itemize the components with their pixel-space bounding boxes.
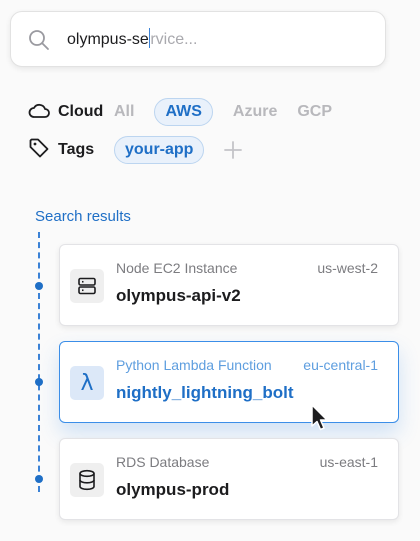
cloud-option-aws[interactable]: AWS	[154, 98, 213, 126]
cloud-label-text: Cloud	[58, 103, 104, 120]
search-input[interactable]: olympus-service...	[67, 28, 197, 52]
result-type: Python Lambda Function	[116, 357, 272, 373]
database-icon	[70, 463, 104, 497]
search-bar[interactable]: olympus-service...	[10, 11, 386, 67]
result-name: olympus-prod	[116, 480, 230, 499]
tags-filter-label: Tags	[28, 137, 114, 164]
result-region: us-west-2	[317, 260, 378, 276]
cloud-option-all[interactable]: All	[114, 103, 134, 121]
timeline-dot	[35, 475, 43, 483]
cloud-filter-label: Cloud	[28, 101, 114, 124]
timeline-dot	[35, 282, 43, 290]
search-input-value: olympus-se	[67, 31, 149, 48]
cloud-option-azure[interactable]: Azure	[233, 103, 277, 121]
tags-label-text: Tags	[58, 141, 95, 158]
cloud-icon	[28, 101, 50, 124]
result-type: RDS Database	[116, 454, 210, 470]
result-region: eu-central-1	[303, 357, 378, 373]
search-input-placeholder: rvice...	[150, 31, 198, 48]
server-icon	[70, 269, 104, 303]
results-timeline	[38, 232, 40, 492]
mouse-cursor-icon	[310, 404, 330, 437]
result-name: nightly_lightning_bolt	[116, 383, 294, 402]
tag-chip-your-app[interactable]: your-app	[114, 136, 205, 164]
result-type: Node EC2 Instance	[116, 260, 238, 276]
lambda-icon: λ	[70, 366, 104, 400]
result-card-nightly-lightning-bolt[interactable]: λ Python Lambda Function eu-central-1 ni…	[59, 341, 399, 423]
plus-icon[interactable]	[224, 141, 243, 159]
cloud-option-gcp[interactable]: GCP	[297, 103, 332, 121]
cloud-filter-row: Cloud All AWS Azure GCP	[28, 96, 352, 128]
search-icon	[28, 29, 50, 56]
result-name: olympus-api-v2	[116, 286, 241, 305]
result-card-olympus-prod[interactable]: RDS Database us-east-1 olympus-prod	[59, 438, 399, 520]
tags-filter-row: Tags your-app	[28, 134, 243, 166]
result-region: us-east-1	[319, 454, 378, 470]
search-results-heading: Search results	[35, 208, 131, 225]
tag-icon	[28, 137, 50, 164]
timeline-dot	[35, 378, 43, 386]
result-card-olympus-api-v2[interactable]: Node EC2 Instance us-west-2 olympus-api-…	[59, 244, 399, 326]
